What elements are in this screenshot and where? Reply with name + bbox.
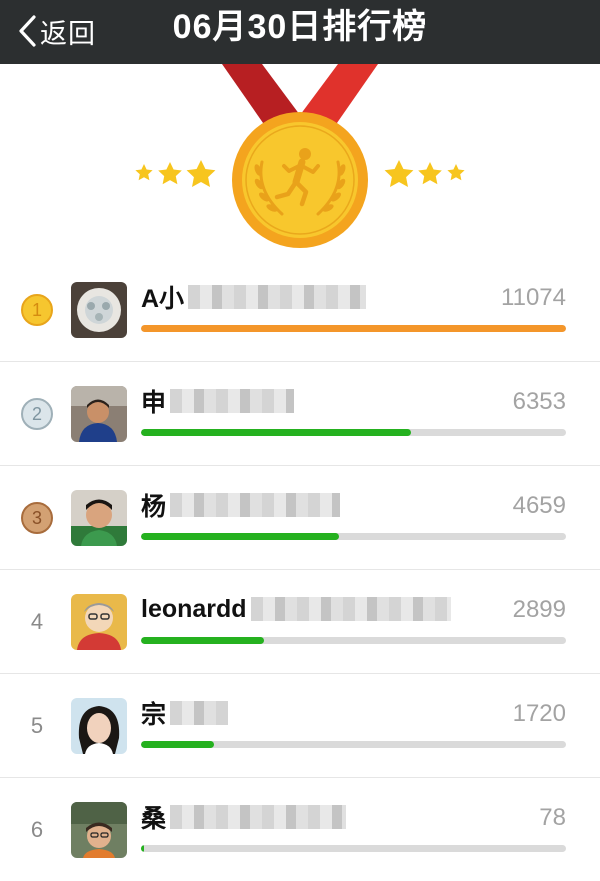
rank-badge: 2 [18,395,56,433]
avatar[interactable] [71,698,127,754]
rank-badge: 1 [18,291,56,329]
step-count: 78 [539,804,566,831]
progress-bar [141,845,566,852]
avatar[interactable] [71,594,127,650]
gold-medal-icon [135,64,465,248]
progress-bar [141,741,566,748]
top-bar: 返回 06月30日排行榜 [0,0,600,64]
player-name: leonardd [141,592,451,626]
medal-banner [0,64,600,260]
rank-number: 3 [21,502,53,534]
rank-number: 1 [21,294,53,326]
list-item[interactable]: 4 leonardd 2899 [0,570,600,674]
progress-fill [141,741,215,748]
player-name: 宗 [141,696,229,730]
progress-fill [141,637,265,644]
obscured-name-blur [188,285,367,309]
step-count: 1720 [512,700,566,727]
list-item[interactable]: 3 杨 4659 [0,466,600,570]
progress-bar [141,637,566,644]
progress-fill [141,325,566,332]
obscured-name-blur [250,597,451,621]
player-name: 申 [141,384,295,418]
list-item[interactable]: 2 申 6353 [0,362,600,466]
player-name-text: A小 [141,285,185,313]
page-title: 06月30日排行榜 [172,8,428,46]
obscured-name-blur [170,389,295,413]
player-name-text: 桑 [141,805,167,833]
rank-number: 4 [30,609,44,634]
player-name-text: leonardd [141,594,247,623]
step-count: 11074 [501,284,566,311]
progress-bar [141,533,566,540]
avatar[interactable] [71,490,127,546]
player-name-text: 杨 [141,493,167,521]
player-name-text: 申 [141,389,167,417]
progress-fill [141,845,145,852]
rank-number: 2 [21,398,53,430]
player-name: 桑 [141,800,347,834]
obscured-name-blur [170,805,347,829]
list-item[interactable]: 1 A小 11074 [0,258,600,362]
progress-bar [141,325,566,332]
obscured-name-blur [170,493,341,517]
avatar[interactable] [71,282,127,338]
progress-bar [141,429,566,436]
player-name: A小 [141,280,367,314]
avatar[interactable] [71,802,127,858]
list-item[interactable]: 5 宗 1720 [0,674,600,778]
player-name: 杨 [141,488,341,522]
step-count: 6353 [512,388,566,415]
progress-fill [141,533,339,540]
player-name-text: 宗 [141,701,167,729]
avatar[interactable] [71,386,127,442]
ranking-list: 1 A小 11074 2 申 6353 3 杨 4659 4 leonardd … [0,258,600,881]
progress-fill [141,429,411,436]
rank-badge: 3 [18,499,56,537]
list-item[interactable]: 6 桑 78 [0,778,600,881]
step-count: 2899 [512,596,566,623]
step-count: 4659 [512,492,566,519]
obscured-name-blur [170,701,229,725]
rank-number: 6 [30,817,44,842]
rank-number: 5 [30,713,44,738]
